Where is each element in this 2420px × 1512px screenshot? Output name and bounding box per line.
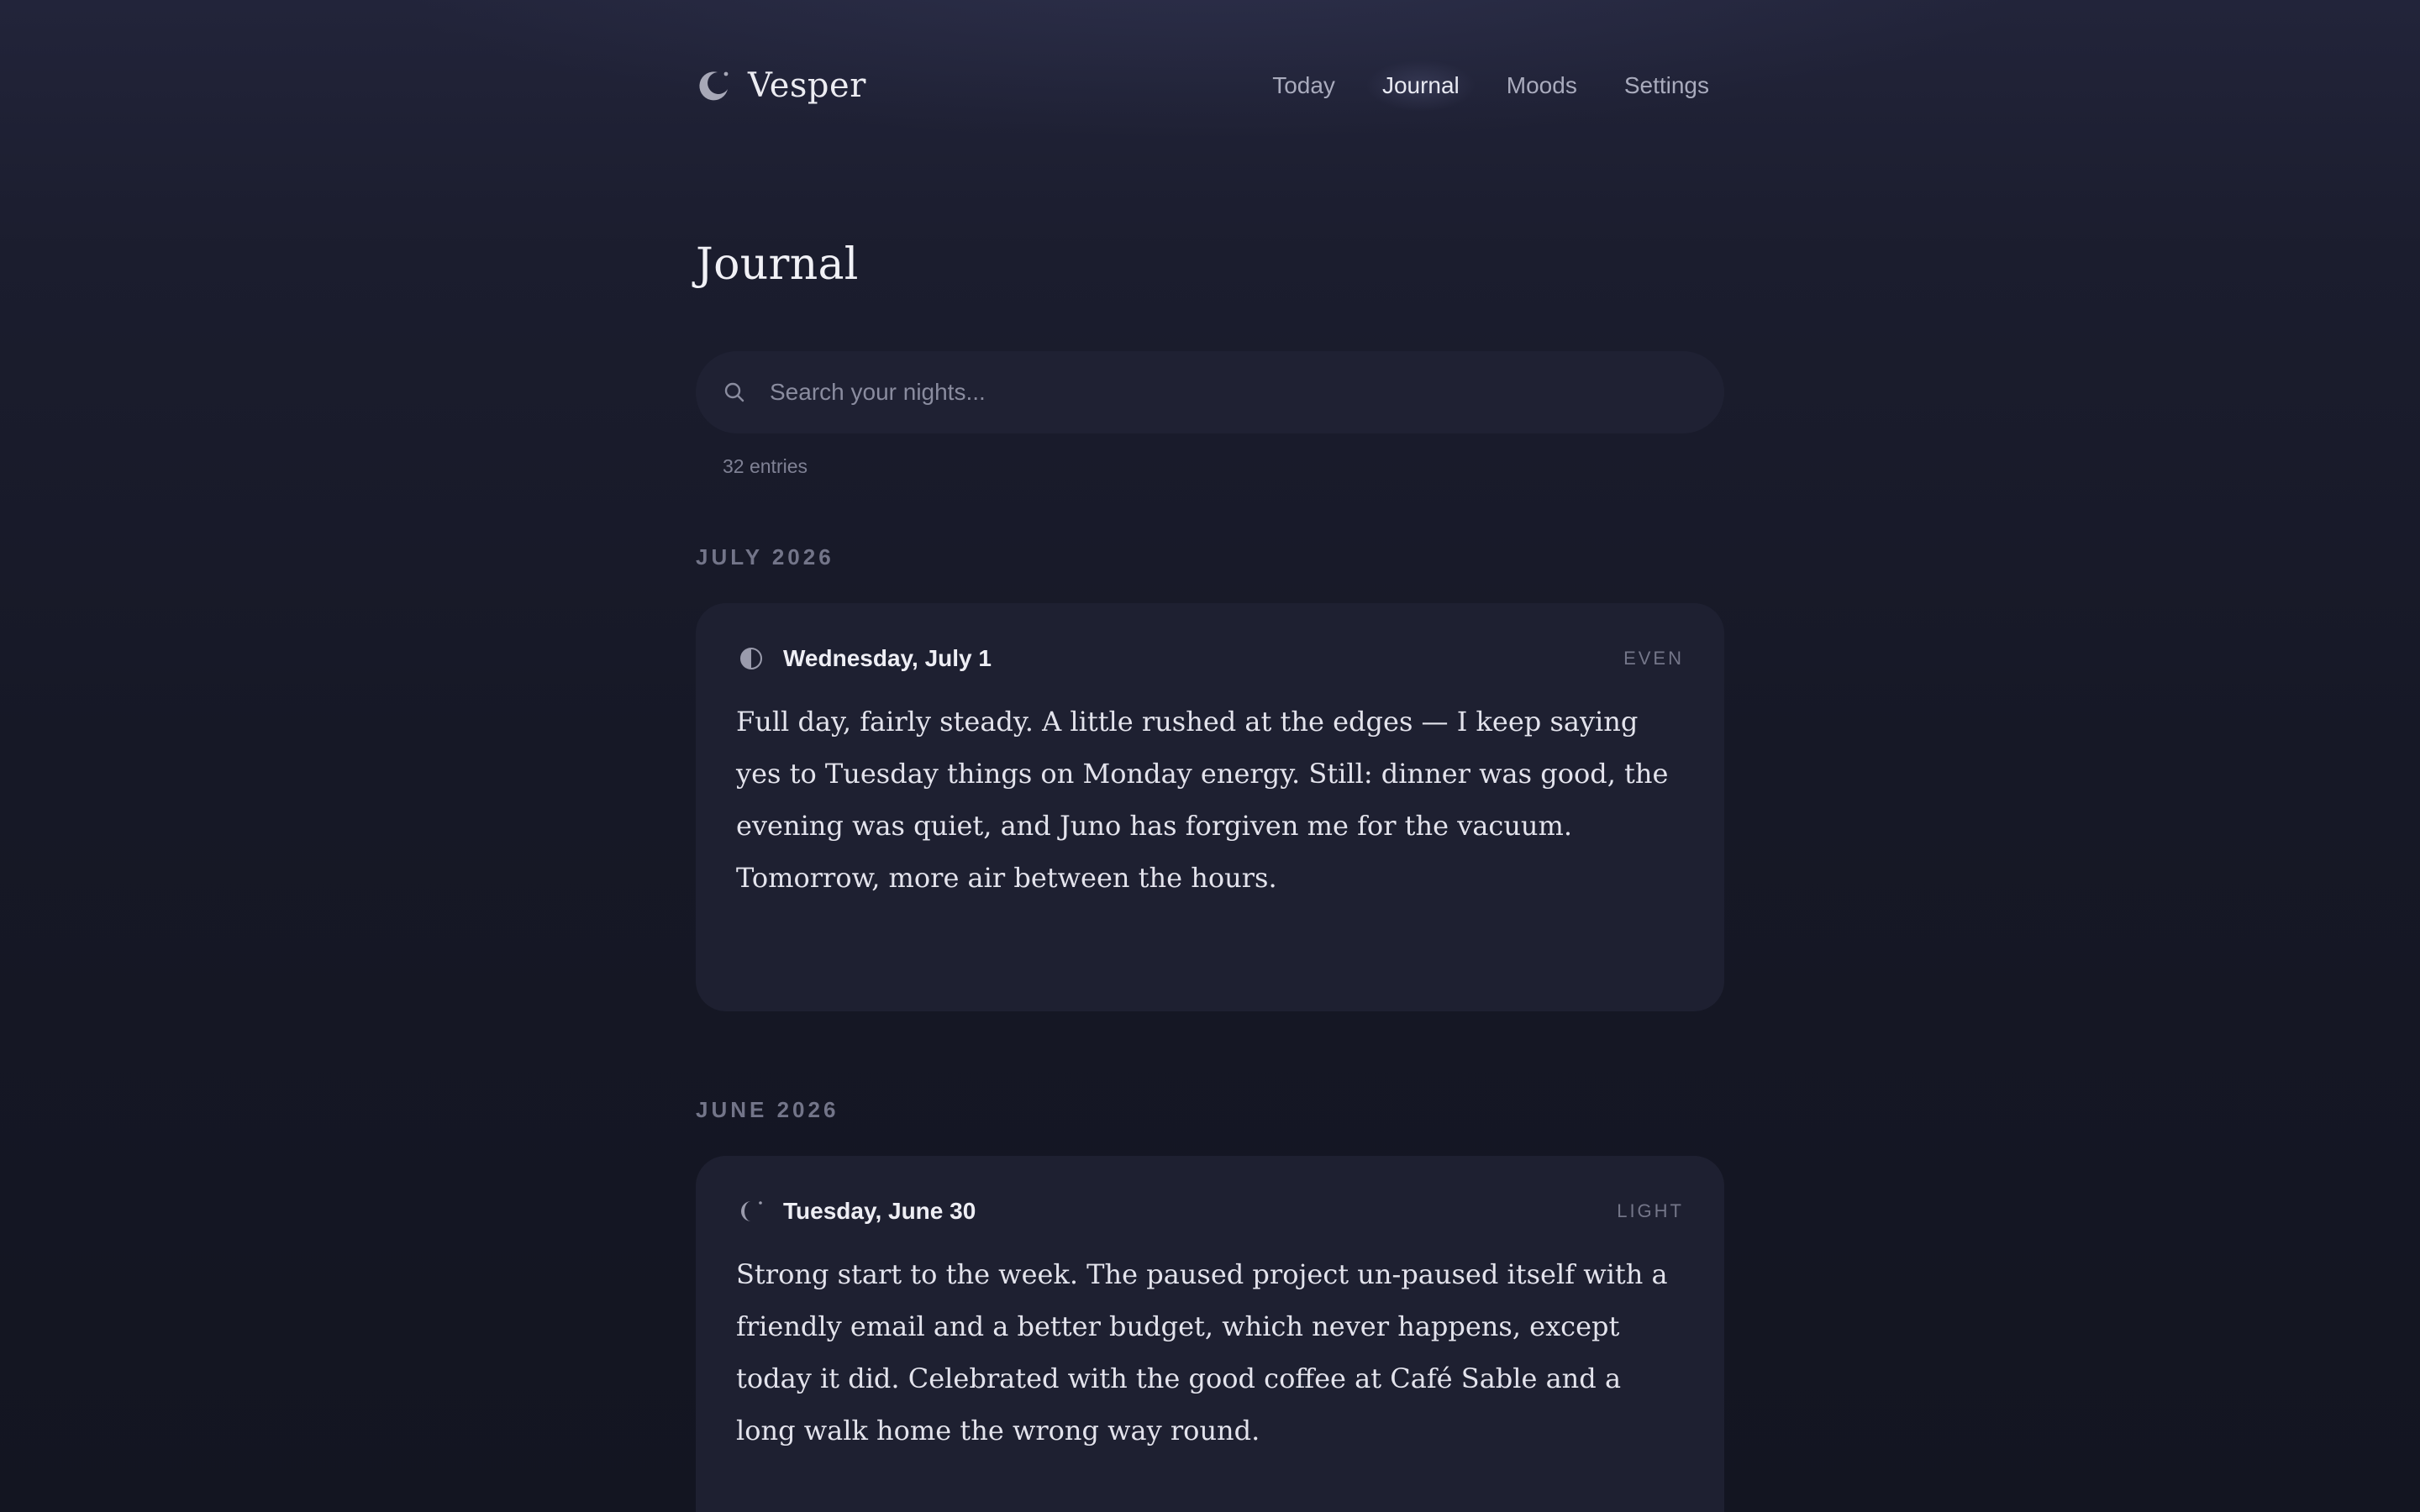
crescent-moon-icon (738, 1198, 765, 1225)
month-heading: JULY 2026 (696, 544, 834, 570)
entry-mood-label: LIGHT (1617, 1200, 1684, 1221)
half-moon-icon (738, 645, 765, 672)
entry-date: Tuesday, June 30 (783, 1198, 976, 1224)
month-heading: JUNE 2026 (696, 1097, 839, 1122)
brand[interactable]: Vesper (696, 50, 866, 121)
top-header: Vesper Today Journal Moods Settings (696, 50, 1724, 121)
nav-item-settings[interactable]: Settings (1609, 60, 1724, 111)
search-bar[interactable] (696, 351, 1724, 433)
entry-header: Tuesday, June 30 LIGHT (738, 1194, 1684, 1228)
journal-entry-card[interactable]: Wednesday, July 1 EVEN Full day, fairly … (696, 603, 1724, 1011)
page-title: Journal (696, 239, 859, 290)
entry-count: 32 entries (723, 455, 808, 477)
search-icon (723, 381, 746, 404)
nav-item-moods[interactable]: Moods (1491, 60, 1592, 111)
nav-item-today[interactable]: Today (1257, 60, 1350, 111)
main-nav: Today Journal Moods Settings (1240, 50, 1724, 121)
entry-mood-label: EVEN (1623, 648, 1684, 669)
entry-header: Wednesday, July 1 EVEN (738, 642, 1684, 675)
entry-date: Wednesday, July 1 (783, 645, 992, 671)
brand-name: Vesper (748, 66, 866, 105)
entry-text: Full day, fairly steady. A little rushed… (736, 706, 1669, 894)
entry-text: Strong start to the week. The paused pro… (736, 1258, 1668, 1446)
search-input[interactable] (768, 366, 1724, 418)
nav-item-journal[interactable]: Journal (1366, 60, 1475, 111)
journal-entry-card[interactable]: Tuesday, June 30 LIGHT Strong start to t… (696, 1156, 1724, 1512)
moon-logo-icon (696, 67, 733, 104)
